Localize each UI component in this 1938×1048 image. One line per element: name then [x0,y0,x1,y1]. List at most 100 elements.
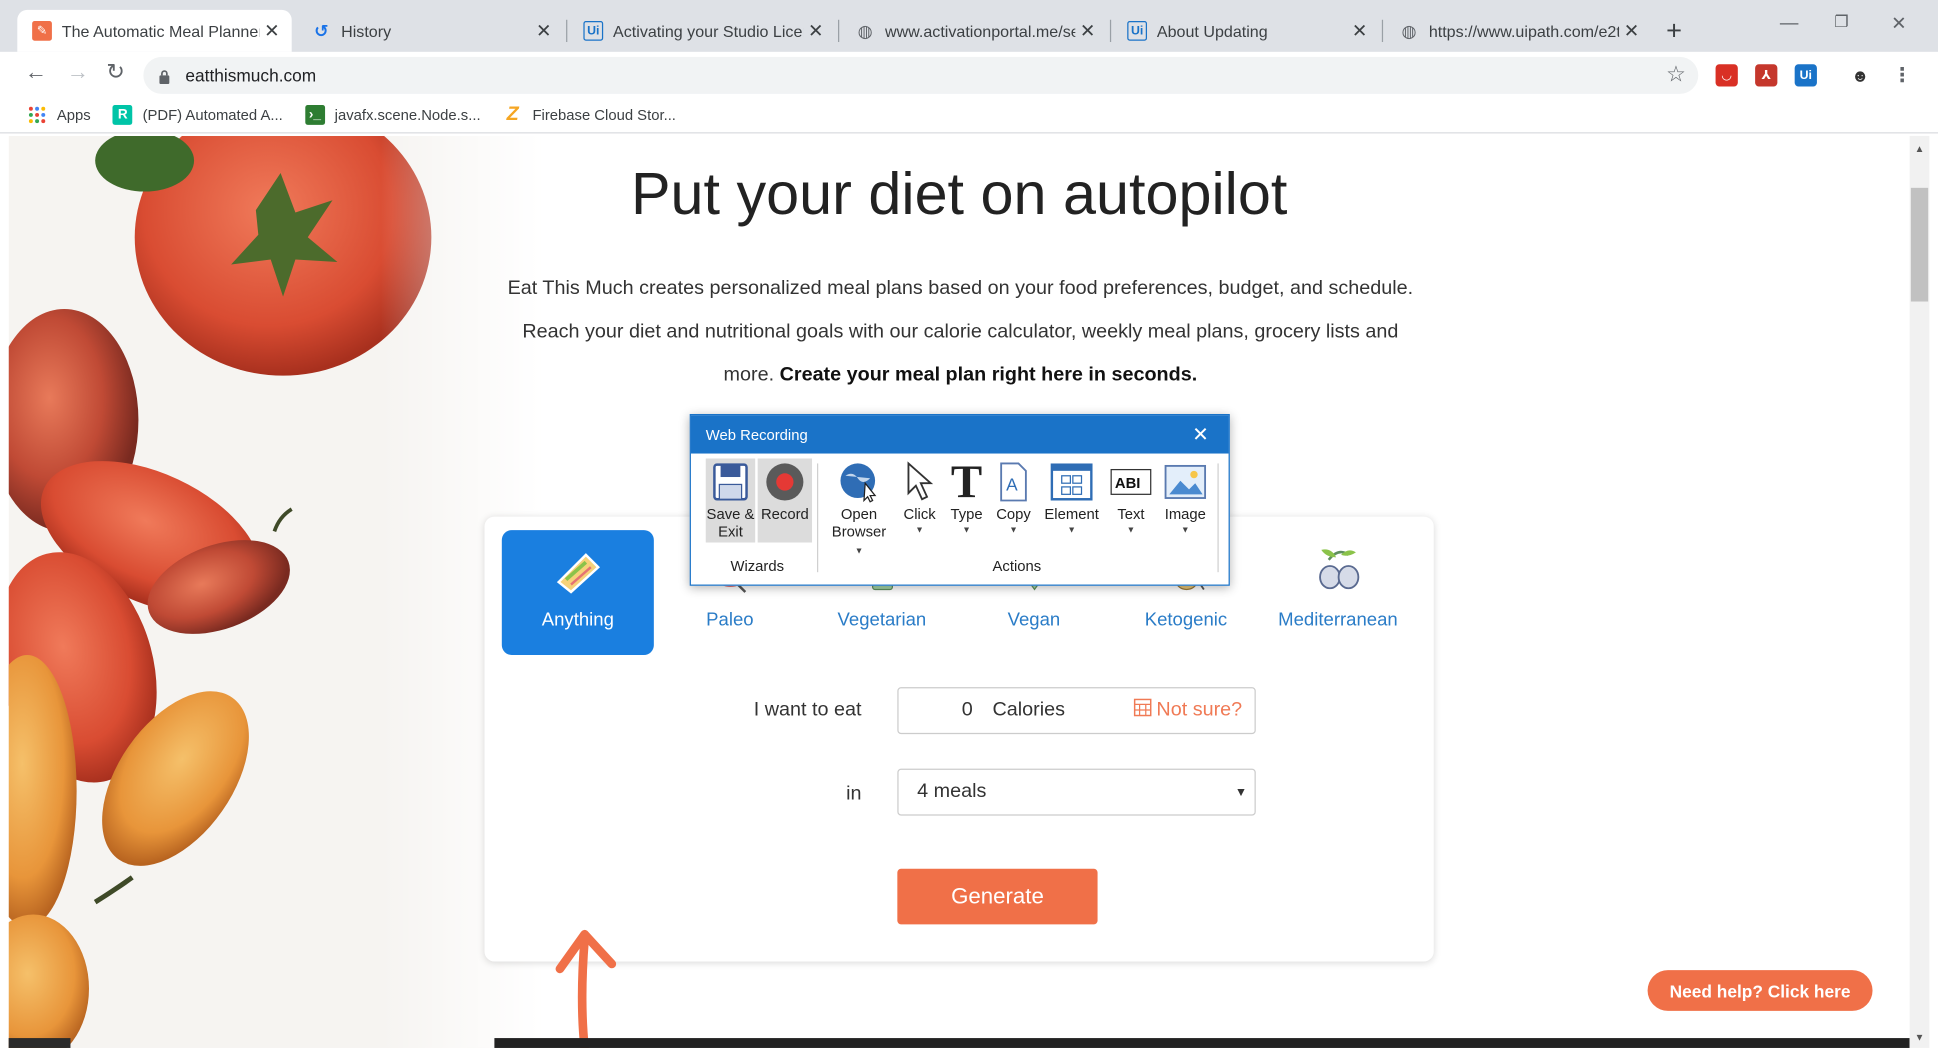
ribbon-divider [1217,463,1219,573]
ribbon-divider [816,463,819,573]
help-chat-button[interactable]: Need help? Click here [1647,970,1873,1011]
diet-label: Mediterranean [1278,609,1398,631]
close-icon[interactable]: ✕ [803,20,828,42]
globe-cursor-icon [838,458,880,505]
open-browser-button[interactable]: Open Browser ▼ [827,458,891,561]
text-button[interactable]: ABI Text ▼ [1106,458,1155,540]
diet-label: Anything [541,609,614,631]
element-grid-icon [1050,458,1093,505]
dropdown-caret-icon: ▼ [962,526,971,536]
picture-icon [1164,458,1207,505]
bookmark-star-icon[interactable]: ☆ [1666,62,1686,88]
minimize-icon[interactable]: — [1780,12,1799,33]
tab-uipath[interactable]: ◍ https://www.uipath.com/e2t ✕ [1384,10,1651,52]
pocket-extension-icon[interactable]: ◡ [1715,64,1738,87]
tab-divider [838,19,840,43]
meals-select[interactable]: 4 meals ▼ [897,768,1256,816]
record-button[interactable]: Record [757,458,813,543]
calculator-icon [1133,698,1152,723]
generate-button[interactable]: Generate [897,868,1098,925]
intro-more: more. [723,364,775,386]
intro-line: Reach your diet and nutritional goals wi… [522,321,1399,343]
diet-mediterranean[interactable]: Mediterranean [1262,530,1414,655]
history-icon: ↺ [314,20,329,41]
olives-icon [1311,545,1365,599]
web-recording-dialog: Web Recording ✕ Save & Exit Record Open … [689,413,1230,586]
tab-divider [1381,19,1384,43]
dropdown-caret-icon: ▼ [915,526,924,536]
image-button[interactable]: Image ▼ [1161,458,1210,540]
tab-divider [566,19,568,43]
address-bar[interactable]: eatthismuch.com ☆ [143,56,1699,94]
bookmark-label: Apps [56,105,91,123]
element-button[interactable]: Element ▼ [1042,458,1101,540]
text-abi-icon: ABI [1110,458,1152,505]
save-exit-button[interactable]: Save & Exit [705,458,756,543]
close-icon[interactable]: ✕ [531,20,556,42]
tab-title: Activating your Studio License [613,21,803,41]
tomatoes-background-image [8,135,541,1048]
close-icon[interactable]: ✕ [260,20,285,42]
back-arrow-icon[interactable]: ← [25,59,47,85]
forward-arrow-icon[interactable]: → [67,59,89,85]
zapier-icon: Z [506,103,519,125]
dialog-titlebar: Web Recording ✕ [690,415,1229,454]
tab-studio-license[interactable]: Ui Activating your Studio License ✕ [569,10,836,52]
svg-text:A: A [1006,475,1018,495]
close-icon[interactable]: ✕ [1192,423,1209,448]
intro-cta: Create your meal plan right here in seco… [779,364,1198,386]
tab-activation-portal[interactable]: ◍ www.activationportal.me/sel ✕ [840,10,1107,52]
tab-meal-planner[interactable]: ✎ The Automatic Meal Planner ✕ [17,9,292,52]
close-icon[interactable]: ✕ [1347,20,1372,42]
tab-title: The Automatic Meal Planner [61,21,260,41]
tab-about-updating[interactable]: Ui About Updating ✕ [1112,10,1379,52]
page-headline: Put your diet on autopilot [630,161,1288,228]
calorie-input[interactable]: 0 Calories Not sure? [897,687,1256,735]
reload-icon[interactable]: ↻ [106,59,125,85]
bookmark-apps[interactable]: Apps [27,104,91,124]
window-close-icon[interactable]: ✕ [1891,12,1907,35]
bookmark-pdf-automated[interactable]: R (PDF) Automated A... [112,104,283,125]
sandwich-icon [553,550,602,599]
calorie-unit: Calories [992,699,1066,721]
page-scrollbar[interactable]: ▲ ▼ [1909,135,1930,1048]
calorie-value: 0 [961,699,973,721]
tab-history[interactable]: ↺ History ✕ [297,10,564,52]
profile-avatar[interactable]: ☻ [1849,64,1872,87]
element-label: Element [1044,505,1099,523]
scrollbar-thumb[interactable] [1910,187,1929,302]
diet-label: Vegan [1007,609,1061,631]
globe-icon: ◍ [857,20,873,41]
type-button[interactable]: T Type ▼ [946,458,988,540]
copy-button[interactable]: A Copy ▼ [990,458,1037,540]
diet-anything[interactable]: Anything [501,530,654,655]
scroll-down-icon[interactable]: ▼ [1915,1032,1925,1043]
bookmark-firebase[interactable]: Z Firebase Cloud Stor... [503,103,676,125]
dialog-title: Web Recording [705,425,808,444]
restore-icon[interactable]: ❐ [1834,12,1848,32]
close-icon[interactable]: ✕ [1075,20,1100,42]
globe-icon: ◍ [1401,20,1417,41]
intro-paragraph: Eat This Much creates personalized meal … [478,267,1442,397]
svg-text:ABI: ABI [1115,476,1141,492]
new-tab-button[interactable]: + [1666,15,1682,47]
wizards-group-label: Wizards [730,557,785,575]
copy-document-icon: A [997,458,1029,505]
open-browser-label: Browser ▼ [831,522,887,557]
uipath-icon: Ui [1127,21,1148,41]
close-icon[interactable]: ✕ [1619,20,1644,42]
tab-title: www.activationportal.me/sel [884,21,1076,41]
menu-kebab-icon[interactable]: ⋮ [1891,64,1914,87]
bookmark-javafx[interactable]: ›_ javafx.scene.Node.s... [304,104,481,125]
record-label: Record [760,505,809,523]
not-sure-link[interactable]: Not sure? [1133,698,1242,723]
arrow-illustration-icon [555,929,617,1048]
researchgate-icon: R [112,104,133,125]
pdf-extension-icon[interactable]: ⅄ [1755,64,1778,87]
save-exit-label: Save & Exit [706,505,755,541]
uipath-extension-icon[interactable]: Ui [1794,64,1817,87]
scroll-up-icon[interactable]: ▲ [1915,143,1925,154]
diet-label: Ketogenic [1144,609,1228,631]
click-button[interactable]: Click ▼ [899,458,941,540]
bookmark-label: (PDF) Automated A... [142,105,283,123]
